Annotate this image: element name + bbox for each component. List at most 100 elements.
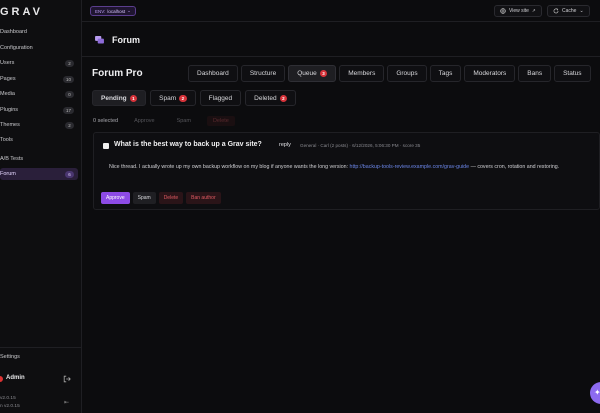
bulk-spam-button[interactable]: Spam [171,116,197,126]
sidebar-item-configuration[interactable]: Configuration [0,42,78,54]
sidebar-item-plugins[interactable]: Plugins 17 [0,104,78,116]
sidebar-item-label: A/B Tests [0,156,24,162]
post-body: Nice thread. I actually wrote up my own … [109,163,589,173]
tab-tags[interactable]: Tags [429,65,462,82]
view-site-button[interactable]: View site ↗ [494,5,542,17]
logout-icon[interactable] [63,375,71,383]
delete-button[interactable]: Delete [158,192,184,204]
count-badge: 0 [65,90,74,98]
globe-icon [500,8,506,14]
chevron-down-icon: ⌄ [127,8,131,13]
subtab-label: Spam [159,94,177,102]
divider [82,56,600,57]
collapse-sidebar-icon[interactable]: ⇤ [64,399,69,406]
tab-moderators[interactable]: Moderators [464,65,516,82]
sidebar-item-media[interactable]: Media 0 [0,88,78,100]
subtab-deleted[interactable]: Deleted 2 [245,90,297,106]
post-body-text-end: — covers cron, rotation and restoring. [469,164,560,170]
selected-count: 0 selected [93,118,119,124]
external-link-icon: ↗ [531,8,536,13]
select-checkbox[interactable] [103,143,109,149]
sidebar-item-forum[interactable]: Forum 6 [0,168,78,180]
divider [0,347,81,348]
approve-button[interactable]: Approve [101,192,130,204]
count-badge: 2 [65,121,74,129]
forum-icon [95,36,104,44]
avatar[interactable] [0,376,3,382]
subtab-flagged[interactable]: Flagged [199,90,242,106]
subtab-spam[interactable]: Spam 2 [150,90,196,106]
tab-status[interactable]: Status [554,65,591,82]
sidebar-item-label: Media [0,91,15,97]
subtab-label: Flagged [208,94,233,102]
count-badge: 17 [62,106,74,114]
post-title[interactable]: What is the best way to back up a Grav s… [114,141,262,148]
post-meta: General · Carl (2 posts) · 6/12/2026, 5:… [300,142,421,148]
tab-label: Tags [438,70,453,77]
tab-bans[interactable]: Bans [518,65,552,82]
page-title: Forum [112,35,140,45]
sidebar-item-label: Forum [0,171,16,177]
sidebar-item-label: Settings [0,354,20,360]
topbar: ENV: localhost ⌄ View site ↗ Cache ⌄ [82,0,600,22]
sidebar-item-label: Pages [0,76,16,82]
queue-subtabs: Pending 1 Spam 2 Flagged Deleted 2 [92,90,297,106]
tab-label: Bans [527,70,543,77]
sidebar-item-dashboard[interactable]: Dashboard [0,26,78,38]
post-body-link[interactable]: http://backup-tools-review.example.com/g… [350,164,470,170]
version-label-secondary: n v2.0.15 [0,404,20,409]
ban-author-button[interactable]: Ban author [186,192,221,204]
sidebar-item-label: Configuration [0,45,33,51]
cache-label: Cache [562,8,577,14]
count-badge: 1 [129,94,138,102]
view-site-label: View site [509,8,529,14]
sidebar-item-label: Tools [0,137,13,143]
spam-button[interactable]: Spam [132,192,156,204]
refresh-icon [553,8,559,14]
tab-label: Queue [297,70,317,77]
sidebar-item-label: Themes [0,122,20,128]
environment-selector[interactable]: ENV: localhost ⌄ [90,6,136,16]
bulk-actions: 0 selected Approve Spam Delete [93,116,235,126]
sidebar: GRAV Dashboard Configuration Users 2 Pag… [0,0,82,413]
floating-action-button[interactable]: ✦ [590,382,600,404]
count-badge: 2 [65,59,74,67]
grav-logo: GRAV [0,6,43,18]
sidebar-item-themes[interactable]: Themes 2 [0,119,78,131]
sidebar-item-tools[interactable]: Tools [0,134,78,146]
tab-structure[interactable]: Structure [240,65,286,82]
tab-dashboard[interactable]: Dashboard [188,65,238,82]
tab-label: Moderators [473,70,507,77]
tab-groups[interactable]: Groups [387,65,427,82]
cache-button[interactable]: Cache ⌄ [547,5,590,17]
count-badge: 2 [279,94,288,102]
version-label: v2.0.15 [0,396,16,401]
settings-icon: ✦ [594,388,600,397]
tab-members[interactable]: Members [339,65,385,82]
sidebar-item-label: Users [0,60,15,66]
env-value: localhost [107,8,126,14]
tab-label: Structure [249,70,277,77]
subtab-pending[interactable]: Pending 1 [92,90,147,106]
sidebar-item-settings[interactable]: Settings [0,351,78,363]
env-label: ENV: [95,8,106,14]
bulk-delete-button[interactable]: Delete [206,116,235,126]
sidebar-item-pages[interactable]: Pages 10 [0,73,78,85]
user-name[interactable]: Admin [6,375,25,381]
count-badge: 10 [62,75,74,83]
count-badge: 2 [179,94,187,102]
tab-label: Groups [396,70,418,77]
subtab-label: Pending [101,94,127,102]
count-badge: 6 [65,170,74,178]
tab-label: Status [563,70,582,77]
plugin-tabs: Dashboard Structure Queue 3 Members Group… [188,65,591,82]
sidebar-item-label: Plugins [0,107,19,113]
tab-queue[interactable]: Queue 3 [288,65,337,82]
chevron-down-icon: ⌄ [579,8,584,14]
post-body-text: Nice thread. I actually wrote up my own … [109,164,350,170]
bulk-approve-button[interactable]: Approve [128,116,161,126]
tab-label: Members [348,70,376,77]
sidebar-item-ab-tests[interactable]: A/B Tests [0,153,78,165]
queue-item: What is the best way to back up a Grav s… [93,132,600,210]
sidebar-item-users[interactable]: Users 2 [0,57,78,69]
